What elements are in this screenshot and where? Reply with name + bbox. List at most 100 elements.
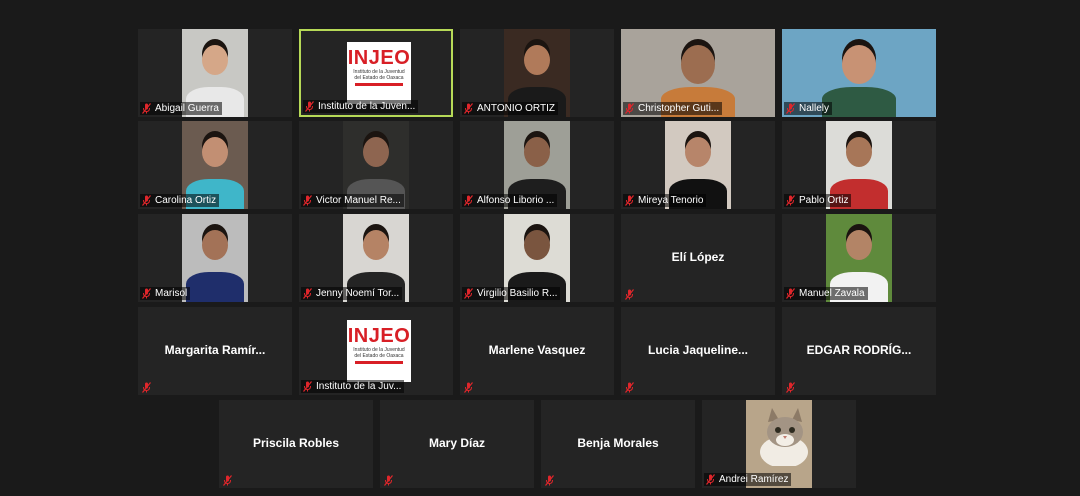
muted-mic-icon: [142, 103, 151, 114]
participant-tile[interactable]: Carolina Ortiz: [138, 121, 292, 209]
participant-name-center: Benja Morales: [577, 436, 659, 450]
participant-face: [685, 137, 711, 167]
participant-label: Carolina Ortiz: [140, 194, 220, 207]
muted-mic-icon: [786, 382, 795, 393]
logo-title: INJEO: [347, 325, 411, 347]
muted-mic-icon: [142, 195, 151, 206]
participant-face: [524, 230, 550, 260]
participant-name-center: Marlene Vasquez: [488, 343, 586, 357]
participant-name: Nallely: [799, 103, 830, 114]
participant-name-center: Elí López: [671, 250, 725, 264]
muted-mic-icon: [142, 288, 151, 299]
participant-name: Virgilio Basilio R...: [477, 288, 558, 299]
participant-tile[interactable]: Victor Manuel Re...: [299, 121, 453, 209]
participant-tile[interactable]: Margarita Ramír...: [138, 307, 292, 395]
participant-name: ANTONIO ORTIZ: [477, 103, 555, 114]
participant-label: Victor Manuel Re...: [301, 194, 404, 207]
participant-tile[interactable]: Jenny Noemí Tor...: [299, 214, 453, 302]
participant-face: [202, 230, 228, 260]
participant-face: [524, 45, 550, 75]
participant-label: [623, 382, 641, 393]
participant-tile[interactable]: ANTONIO ORTIZ: [460, 29, 614, 117]
muted-mic-icon: [464, 195, 473, 206]
participant-name: Carolina Ortiz: [155, 195, 217, 206]
participant-name: Christopher Guti...: [638, 103, 720, 114]
participant-label: [462, 382, 480, 393]
participant-tile[interactable]: Manuel Zavala: [782, 214, 936, 302]
participant-video: [182, 214, 248, 302]
participant-label: [543, 475, 561, 486]
participant-label: Instituto de la Juv...: [301, 380, 405, 393]
participant-name: Alfonso Liborio ...: [477, 195, 555, 206]
participant-tile[interactable]: Lucia Jaqueline...: [621, 307, 775, 395]
participant-body: [186, 272, 244, 302]
participant-tile[interactable]: Marlene Vasquez: [460, 307, 614, 395]
participant-tile[interactable]: INJEO Instituto de la Juventud del Estado…: [299, 307, 453, 395]
injeo-logo: INJEO Instituto de la Juventud del Estado…: [347, 42, 411, 104]
participant-label: Christopher Guti...: [623, 102, 723, 115]
participant-label: [221, 475, 239, 486]
logo-divider: [355, 83, 403, 86]
participant-body: [821, 87, 897, 117]
participant-face: [524, 137, 550, 167]
participant-name: Jenny Noemí Tor...: [316, 288, 400, 299]
muted-mic-icon: [303, 381, 312, 392]
participant-tile[interactable]: Abigail Guerra: [138, 29, 292, 117]
participant-name: Manuel Zavala: [799, 288, 865, 299]
logo-title: INJEO: [347, 47, 411, 69]
participant-tile[interactable]: Nallely: [782, 29, 936, 117]
participant-name-center: Priscila Robles: [252, 436, 340, 450]
participant-name-center: Margarita Ramír...: [164, 343, 266, 357]
participant-face: [842, 45, 876, 85]
participant-label: Marisol: [140, 287, 191, 300]
participant-label: Alfonso Liborio ...: [462, 194, 558, 207]
muted-mic-icon: [786, 288, 795, 299]
participant-tile[interactable]: EDGAR RODRÍG...: [782, 307, 936, 395]
participant-label: Instituto de la Juven...: [303, 100, 419, 113]
muted-mic-icon: [384, 475, 393, 486]
gallery-grid: Abigail Guerra INJEO Instituto de la Juven…: [0, 0, 1080, 496]
participant-label: [623, 289, 641, 300]
participant-name-center: Mary Díaz: [428, 436, 486, 450]
participant-tile[interactable]: Marisol: [138, 214, 292, 302]
logo-subtitle: Instituto de la Juventud del Estado de O…: [353, 347, 405, 359]
muted-mic-icon: [303, 195, 312, 206]
participant-name: Instituto de la Juven...: [318, 101, 416, 112]
muted-mic-icon: [303, 288, 312, 299]
participant-tile[interactable]: Andrei Ramírez: [702, 400, 856, 488]
cat-icon: [746, 400, 812, 468]
participant-tile[interactable]: Pablo Ortiz: [782, 121, 936, 209]
muted-mic-icon: [706, 474, 715, 485]
participant-tile[interactable]: Mireya Tenorio: [621, 121, 775, 209]
participant-label: Nallely: [784, 102, 833, 115]
participant-face: [202, 45, 228, 75]
participant-tile[interactable]: Elí López: [621, 214, 775, 302]
participant-label: Abigail Guerra: [140, 102, 222, 115]
participant-label: [382, 475, 400, 486]
participant-label: Manuel Zavala: [784, 287, 868, 300]
participant-tile[interactable]: INJEO Instituto de la Juventud del Estado…: [299, 29, 453, 117]
participant-label: Virgilio Basilio R...: [462, 287, 561, 300]
participant-tile[interactable]: Alfonso Liborio ...: [460, 121, 614, 209]
participant-name: Mireya Tenorio: [638, 195, 704, 206]
participant-tile[interactable]: Virgilio Basilio R...: [460, 214, 614, 302]
participant-tile[interactable]: Benja Morales: [541, 400, 695, 488]
participant-tile[interactable]: Christopher Guti...: [621, 29, 775, 117]
participant-face: [846, 230, 872, 260]
muted-mic-icon: [625, 289, 634, 300]
muted-mic-icon: [142, 382, 151, 393]
muted-mic-icon: [625, 382, 634, 393]
participant-tile[interactable]: Mary Díaz: [380, 400, 534, 488]
participant-label: Pablo Ortiz: [784, 194, 852, 207]
participant-face: [202, 137, 228, 167]
muted-mic-icon: [786, 103, 795, 114]
participant-name: Abigail Guerra: [155, 103, 219, 114]
muted-mic-icon: [223, 475, 232, 486]
participant-name-center: Lucia Jaqueline...: [647, 343, 749, 357]
participant-name-center: EDGAR RODRÍG...: [806, 343, 912, 357]
muted-mic-icon: [305, 101, 314, 112]
muted-mic-icon: [625, 103, 634, 114]
participant-name: Instituto de la Juv...: [316, 381, 402, 392]
muted-mic-icon: [464, 288, 473, 299]
participant-tile[interactable]: Priscila Robles: [219, 400, 373, 488]
